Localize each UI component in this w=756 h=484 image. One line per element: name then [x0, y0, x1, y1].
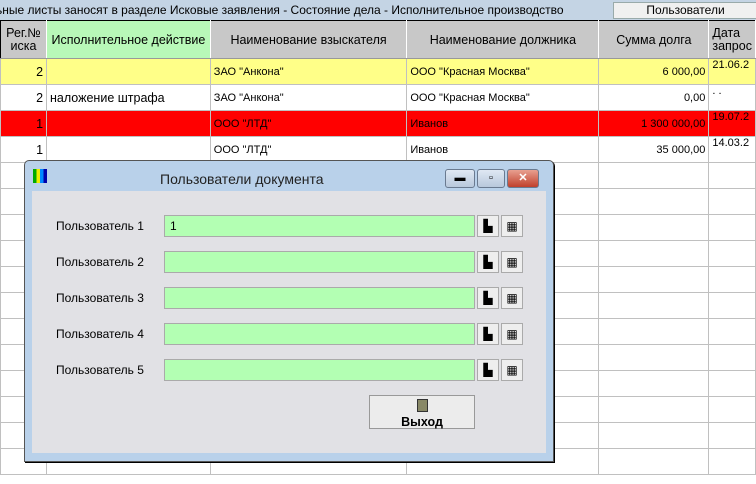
cell-date[interactable]: 19.07.2 — [708, 110, 756, 137]
close-button[interactable]: ✕ — [507, 169, 539, 188]
user-field-1[interactable]: 1 — [164, 215, 475, 237]
cell-sum[interactable] — [598, 396, 710, 423]
user-field-3[interactable] — [164, 287, 475, 309]
cell-sum[interactable]: 35 000,00 — [598, 136, 710, 163]
exit-button[interactable]: Выход — [369, 395, 475, 429]
cell-date[interactable]: . . — [708, 84, 756, 111]
cell-date[interactable] — [708, 344, 756, 371]
cell-reg[interactable]: 1 — [0, 136, 48, 163]
table-grid-icon[interactable]: ▦ — [501, 215, 523, 237]
cell-sum[interactable] — [598, 344, 710, 371]
cell-sum[interactable] — [598, 292, 710, 319]
cell-sum[interactable]: 1 300 000,00 — [598, 110, 710, 137]
cell-debtor[interactable]: ООО "Красная Москва" — [406, 84, 600, 111]
user-field-4[interactable] — [164, 323, 475, 345]
cell-creditor[interactable]: ООО "ЛТД" — [209, 110, 408, 137]
cell-reg[interactable]: 2 — [0, 58, 48, 85]
user-field-5[interactable] — [164, 359, 475, 381]
col-header-date[interactable]: Дата запрос — [708, 20, 756, 59]
cell-date[interactable] — [708, 396, 756, 423]
exit-door-icon — [416, 399, 428, 412]
table-grid-icon[interactable]: ▦ — [501, 359, 523, 381]
document-users-dialog: Пользователи документа ▬ ▫ ✕ Выход Польз… — [24, 160, 554, 462]
maximize-button[interactable]: ▫ — [477, 169, 505, 188]
cell-date[interactable] — [708, 318, 756, 345]
cell-sum[interactable] — [598, 318, 710, 345]
col-header-debtor[interactable]: Наименование должника — [406, 20, 600, 59]
cell-action[interactable] — [46, 58, 211, 85]
user-picker-icon[interactable]: ▙ — [477, 323, 499, 345]
cell-debtor[interactable]: ООО "Красная Москва" — [406, 58, 600, 85]
cell-date[interactable]: 21.06.2 — [708, 58, 756, 85]
cell-creditor[interactable]: ООО "ЛТД" — [209, 136, 408, 163]
cell-action[interactable]: наложение штрафа — [46, 84, 211, 111]
cell-sum[interactable] — [598, 188, 710, 215]
cell-sum[interactable]: 0,00 — [598, 84, 710, 111]
cell-date[interactable] — [708, 422, 756, 449]
col-header-creditor[interactable]: Наименование взыскателя — [209, 20, 408, 59]
minimize-button[interactable]: ▬ — [445, 169, 475, 188]
user-label-3: Пользователь 3 — [56, 291, 144, 305]
cell-date[interactable] — [708, 162, 756, 189]
table-grid-icon[interactable]: ▦ — [501, 251, 523, 273]
cell-sum[interactable] — [598, 214, 710, 241]
cell-date[interactable] — [708, 240, 756, 267]
cell-date[interactable] — [708, 370, 756, 397]
table-grid-icon[interactable]: ▦ — [501, 323, 523, 345]
cell-sum[interactable]: 6 000,00 — [598, 58, 710, 85]
cell-date[interactable] — [708, 214, 756, 241]
cell-sum[interactable] — [598, 266, 710, 293]
cell-sum[interactable] — [598, 370, 710, 397]
user-label-5: Пользователь 5 — [56, 363, 144, 377]
cell-date[interactable] — [708, 448, 756, 475]
top-bar: ьные листы заносят в разделе Исковые зая… — [0, 0, 756, 20]
cell-debtor[interactable]: Иванов — [406, 110, 600, 137]
dialog-title-bar[interactable]: Пользователи документа ▬ ▫ ✕ — [25, 161, 553, 191]
table-grid-icon[interactable]: ▦ — [501, 287, 523, 309]
col-header-sum[interactable]: Сумма долга — [598, 20, 710, 59]
header-row: Рег.№ иска Исполнительное действие Наиме… — [0, 20, 756, 59]
table-row[interactable]: 1 ООО "ЛТД" Иванов 1 300 000,00 19.07.2 — [0, 110, 756, 137]
cell-sum[interactable] — [598, 240, 710, 267]
dialog-body: Выход Пользователь 1 1 ▙ ▦ Пользователь 2… — [32, 191, 546, 453]
cell-creditor[interactable]: ЗАО "Анкона" — [209, 58, 408, 85]
cell-action[interactable] — [46, 136, 211, 163]
cell-reg[interactable]: 1 — [0, 110, 48, 137]
user-label-4: Пользователь 4 — [56, 327, 144, 341]
user-picker-icon[interactable]: ▙ — [477, 359, 499, 381]
user-picker-icon[interactable]: ▙ — [477, 251, 499, 273]
cell-sum[interactable] — [598, 162, 710, 189]
cell-creditor[interactable]: ЗАО "Анкона" — [209, 84, 408, 111]
cell-reg[interactable]: 2 — [0, 84, 48, 111]
col-header-action[interactable]: Исполнительное действие — [46, 20, 211, 59]
user-field-2[interactable] — [164, 251, 475, 273]
cell-sum[interactable] — [598, 422, 710, 449]
col-header-reg[interactable]: Рег.№ иска — [0, 20, 48, 59]
user-picker-icon[interactable]: ▙ — [477, 287, 499, 309]
dialog-title: Пользователи документа — [160, 171, 324, 187]
cell-date[interactable] — [708, 266, 756, 293]
user-label-2: Пользователь 2 — [56, 255, 144, 269]
cell-date[interactable]: 14.03.2 — [708, 136, 756, 163]
exit-label: Выход — [401, 415, 443, 429]
cell-sum[interactable] — [598, 448, 710, 475]
table-row[interactable]: 2 наложение штрафа ЗАО "Анкона" ООО "Красна… — [0, 84, 756, 111]
cell-action[interactable] — [46, 110, 211, 137]
users-button[interactable]: Пользователи — [613, 2, 756, 19]
table-row[interactable]: 2 ЗАО "Анкона" ООО "Красная Москва" 6 000,0… — [0, 58, 756, 85]
cell-date[interactable] — [708, 292, 756, 319]
user-picker-icon[interactable]: ▙ — [477, 215, 499, 237]
cell-date[interactable] — [708, 188, 756, 215]
info-message: ьные листы заносят в разделе Исковые зая… — [0, 3, 564, 17]
table-row[interactable]: 1 ООО "ЛТД" Иванов 35 000,00 14.03.2 — [0, 136, 756, 163]
cell-debtor[interactable]: Иванов — [406, 136, 600, 163]
app-books-icon — [33, 169, 47, 183]
user-label-1: Пользователь 1 — [56, 219, 144, 233]
